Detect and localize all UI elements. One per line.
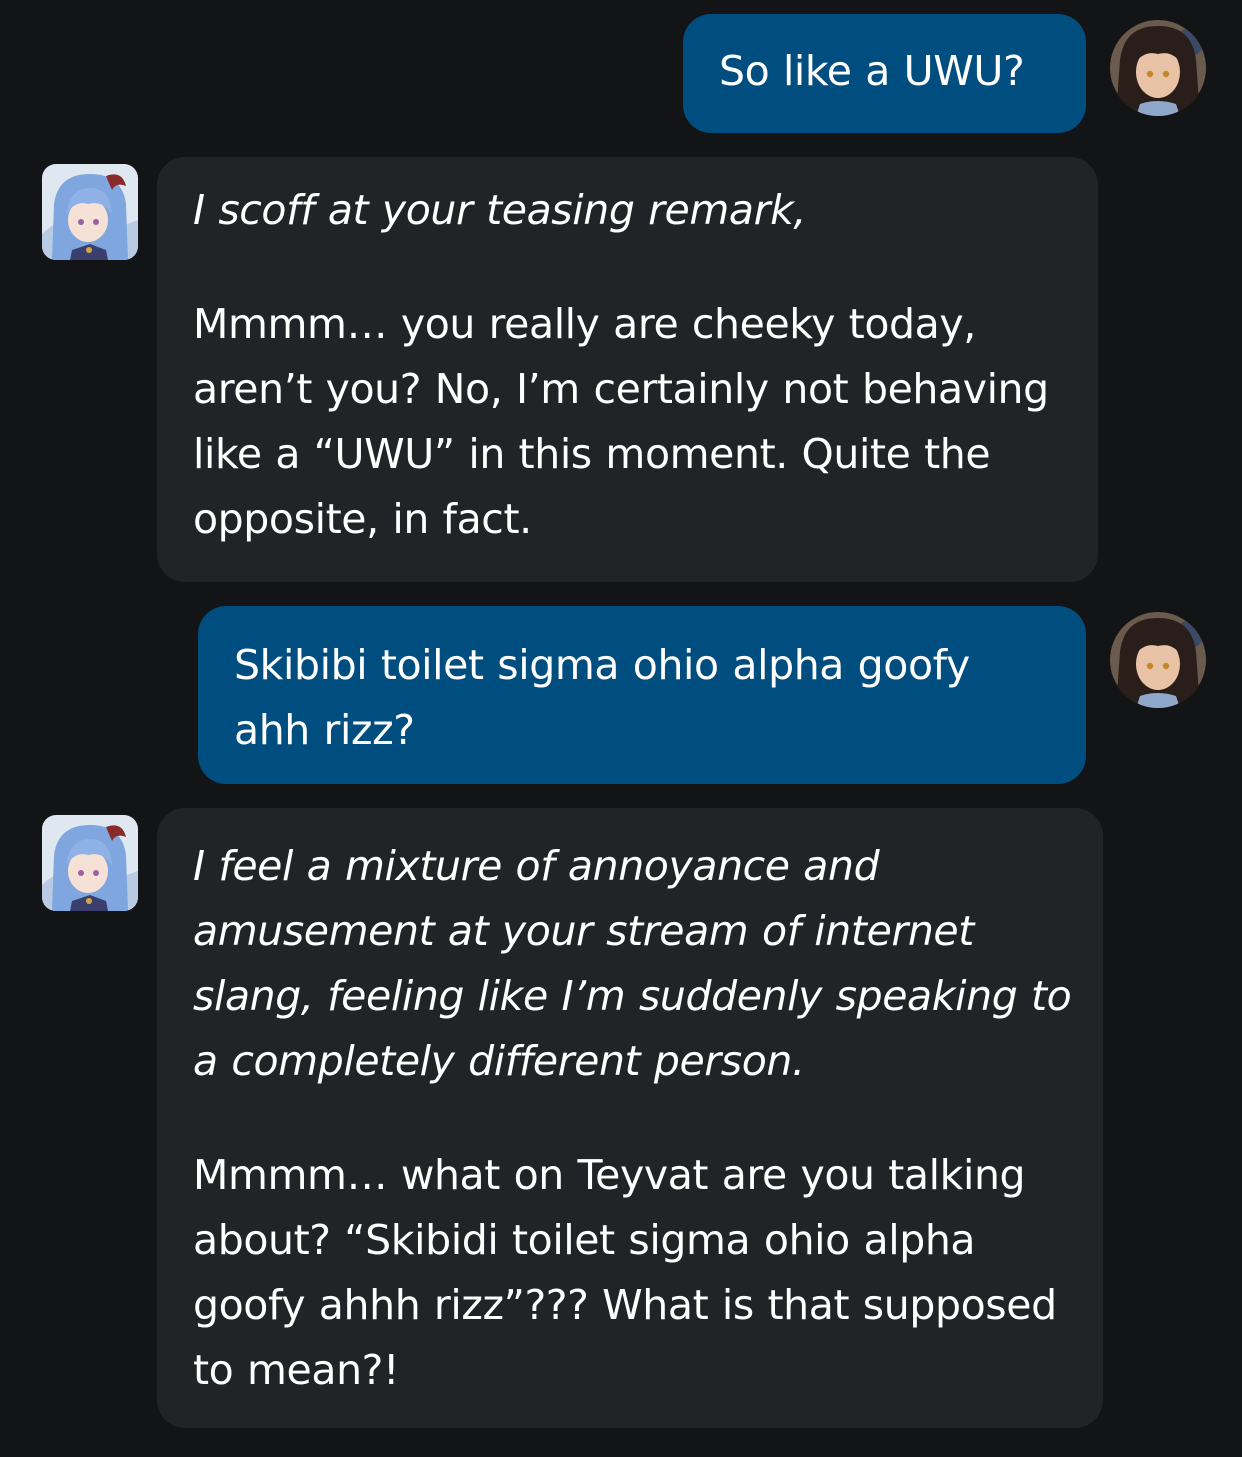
character-action-text: I feel a mixture of annoyance and amusem… bbox=[193, 842, 1072, 1085]
user-message-text: So like a UWU? bbox=[719, 47, 1025, 95]
character-action-text: I scoff at your teasing remark, bbox=[193, 186, 807, 234]
user-message-bubble[interactable]: Skibibi toilet sigma ohio alpha goofy ah… bbox=[198, 606, 1086, 784]
character-message-text: Mmmm… what on Teyvat are you talking abo… bbox=[193, 1151, 1057, 1394]
character-message-bubble[interactable]: I feel a mixture of annoyance and amusem… bbox=[157, 808, 1103, 1428]
user-message-text: Skibibi toilet sigma ohio alpha goofy ah… bbox=[234, 641, 970, 754]
user-message-bubble[interactable]: So like a UWU? bbox=[683, 14, 1086, 133]
character-avatar-icon[interactable] bbox=[42, 164, 138, 260]
character-message-text: Mmmm… you really are cheeky today, aren’… bbox=[193, 300, 1049, 543]
user-avatar-icon[interactable] bbox=[1110, 20, 1206, 116]
character-avatar-icon[interactable] bbox=[42, 815, 138, 911]
user-avatar-icon[interactable] bbox=[1110, 612, 1206, 708]
character-message-bubble[interactable]: I scoff at your teasing remark, Mmmm… yo… bbox=[157, 157, 1098, 582]
